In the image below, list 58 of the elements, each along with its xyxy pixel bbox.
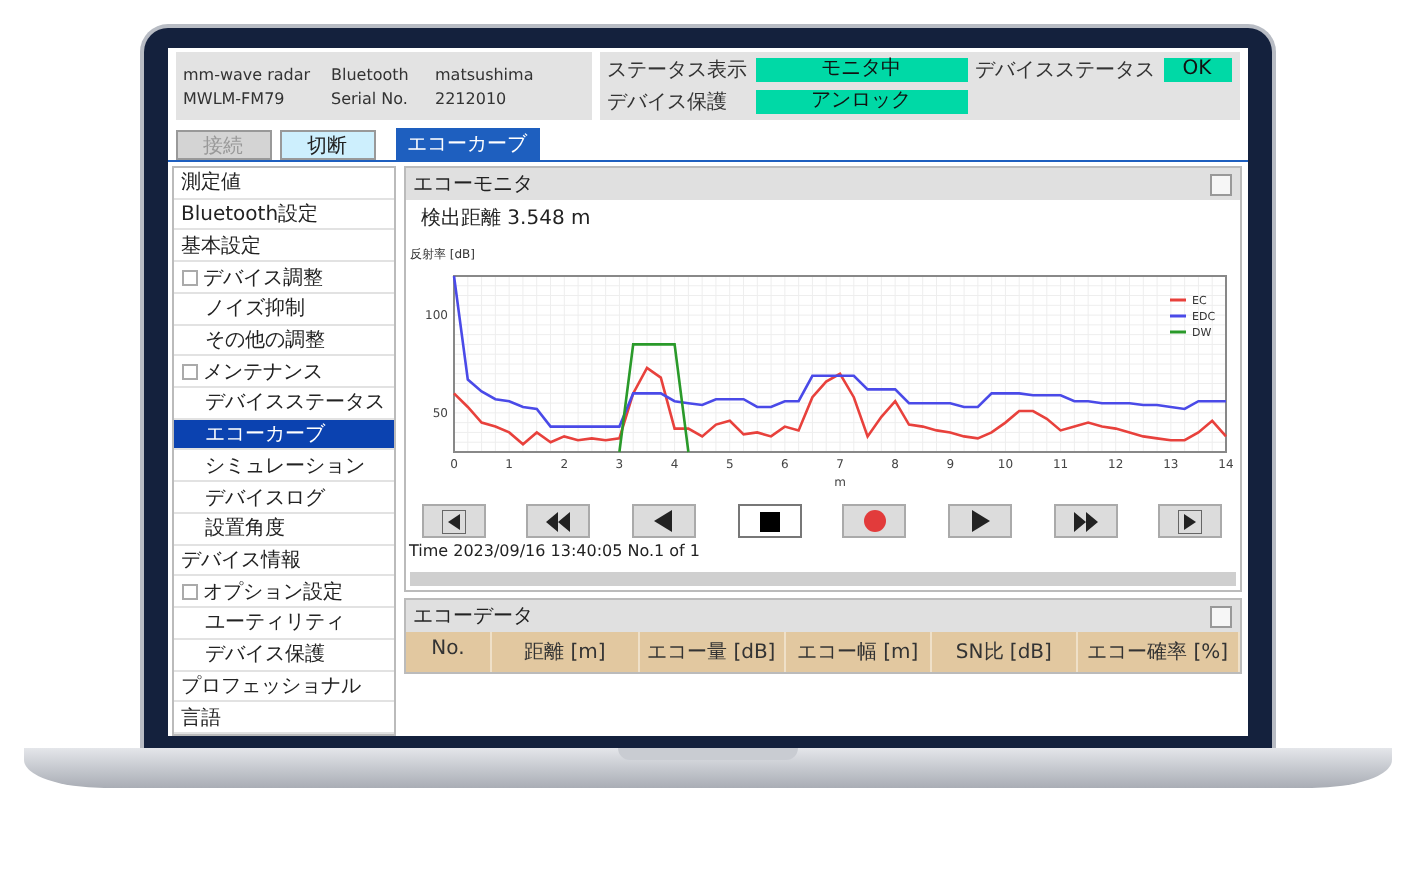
column-header: 距離 [m] — [492, 632, 640, 672]
serial-label: Serial No. — [331, 89, 410, 107]
skip-back-icon — [441, 509, 465, 533]
serial-value: 2212010 — [435, 89, 509, 107]
disconnect-button[interactable]: 切断 — [279, 130, 375, 160]
sidebar-item[interactable]: オプション設定 — [173, 576, 393, 609]
sidebar-item[interactable]: Bluetooth設定 — [173, 199, 393, 231]
panel-title: エコーデータ — [413, 604, 533, 630]
panel-toggle-icon[interactable] — [1209, 173, 1231, 195]
playback-button[interactable] — [737, 504, 802, 538]
playback-button[interactable] — [1158, 504, 1223, 538]
status-label: デバイスステータス — [975, 58, 1155, 84]
column-header: エコー幅 [m] — [785, 632, 932, 672]
play-reverse-icon — [654, 510, 673, 532]
sidebar-item[interactable]: ノイズ抑制 — [173, 293, 393, 326]
column-header: SN比 [dB] — [931, 632, 1079, 672]
playback-button[interactable] — [631, 504, 696, 538]
sidebar-item[interactable]: デバイスステータス — [173, 388, 393, 420]
detected-distance: 検出距離 3.548 m — [419, 205, 593, 234]
sidebar-item[interactable]: その他の調整 — [173, 325, 393, 357]
status-label: ステータス表示 — [607, 57, 747, 84]
device-type: mm-wave radar — [183, 65, 313, 83]
playback-button[interactable] — [421, 504, 485, 538]
stop-icon — [759, 511, 780, 531]
sidebar-item[interactable]: デバイスログ — [173, 482, 393, 514]
device-model: MWLM-FM79 — [183, 89, 287, 107]
sidebar-item[interactable]: デバイス調整 — [173, 262, 393, 294]
status-label: デバイス保護 — [607, 89, 729, 116]
playback-button[interactable] — [1053, 504, 1118, 538]
connection-label: Bluetooth — [331, 65, 411, 83]
sidebar-item[interactable]: 測定値 — [173, 168, 393, 200]
sidebar-item[interactable]: 基本設定 — [173, 230, 393, 263]
playback-button[interactable] — [526, 504, 591, 538]
scrollbar[interactable] — [409, 572, 1235, 586]
sidebar-item[interactable]: プロフェッショナル — [173, 671, 393, 703]
tab[interactable]: エコーカーブ — [395, 128, 539, 160]
sidebar-item[interactable]: エコーカーブ — [173, 419, 393, 451]
rewind-icon — [546, 511, 571, 531]
sidebar-item[interactable]: 設置角度 — [173, 513, 393, 546]
fast-forward-icon — [1073, 511, 1098, 531]
skip-forward-icon — [1178, 509, 1203, 533]
play-icon — [971, 510, 990, 532]
column-header: エコー量 [dB] — [639, 632, 786, 672]
status-value: アンロック — [755, 90, 967, 114]
status-value: OK — [1163, 58, 1231, 82]
timestamp: Time 2023/09/16 13:40:05 No.1 of 1 — [407, 542, 703, 560]
sidebar-item[interactable]: デバイス保護 — [173, 639, 393, 671]
record-icon — [863, 510, 886, 532]
sidebar-item[interactable]: デバイス情報 — [173, 545, 393, 577]
column-header: No. — [405, 632, 493, 672]
column-header: エコー確率 [%] — [1078, 632, 1239, 672]
sidebar-item[interactable]: 言語 — [173, 702, 393, 734]
connection-value: matsushima — [435, 65, 536, 83]
panel-toggle-icon[interactable] — [1209, 605, 1231, 627]
playback-button[interactable] — [948, 504, 1013, 538]
sidebar-item[interactable]: ユーティリティ — [173, 608, 393, 640]
status-value: モニタ中 — [755, 58, 967, 82]
panel-title: エコーモニタ — [413, 172, 533, 198]
